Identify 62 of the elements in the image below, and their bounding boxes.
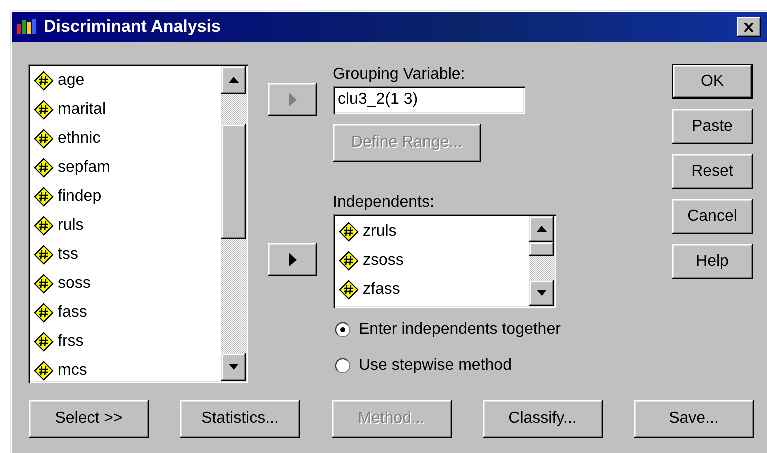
variable-item[interactable]: ethnic [58, 130, 101, 148]
dialog-button[interactable]: Cancel [672, 199, 753, 234]
move-right-button[interactable] [268, 243, 317, 276]
variable-item[interactable]: soss [58, 274, 91, 292]
scroll-down-button[interactable] [221, 353, 246, 381]
up-arrow-icon [228, 77, 238, 83]
dialog-button[interactable]: Reset [672, 154, 753, 189]
scrollbar-thumb[interactable] [529, 242, 554, 256]
variable-item[interactable]: zsoss [363, 252, 404, 270]
numeric-variable-icon [34, 244, 54, 264]
down-arrow-icon [228, 364, 238, 370]
close-button[interactable] [737, 17, 761, 37]
window-title: Discriminant Analysis [44, 17, 222, 37]
numeric-variable-icon [34, 274, 54, 294]
dialog-button[interactable]: Paste [672, 109, 753, 144]
radio-label: Use stepwise method [359, 357, 512, 375]
scroll-up-button[interactable] [221, 66, 246, 94]
scrollbar-thumb[interactable] [221, 124, 246, 239]
numeric-variable-icon [34, 100, 54, 120]
variable-item[interactable]: age [58, 72, 85, 90]
variable-item[interactable]: frss [58, 332, 84, 350]
radio-button[interactable] [335, 322, 351, 338]
numeric-variable-icon [34, 302, 54, 322]
list-label: Independents: [333, 193, 436, 213]
move-right-button[interactable] [268, 83, 317, 116]
dialog-button[interactable]: Save... [634, 400, 754, 438]
numeric-variable-icon [339, 250, 359, 270]
numeric-variable-icon [34, 70, 54, 90]
variable-list[interactable]: age marital ethnic sepfam findep ruls tss soss fass frss mcs [28, 64, 248, 383]
independents-list[interactable]: zruls zsoss zfass [333, 214, 556, 308]
grouping-variable-field[interactable]: clu3_2(1 3) [333, 86, 525, 114]
variable-item[interactable]: findep [58, 188, 102, 206]
variable-item[interactable]: ruls [58, 216, 84, 234]
numeric-variable-icon [34, 360, 54, 380]
numeric-variable-icon [34, 186, 54, 206]
dialog-button[interactable]: Select >> [29, 400, 149, 438]
variable-item[interactable]: tss [58, 246, 78, 264]
scroll-down-button[interactable] [529, 280, 554, 306]
numeric-variable-icon [339, 280, 359, 300]
variable-item[interactable]: zruls [363, 222, 397, 240]
numeric-variable-icon [34, 216, 54, 236]
variable-item[interactable]: mcs [58, 362, 88, 380]
variable-item[interactable]: zfass [363, 280, 400, 298]
numeric-variable-icon [339, 222, 359, 242]
numeric-variable-icon [34, 332, 54, 352]
variable-item[interactable]: fass [58, 304, 88, 322]
app-icon [16, 18, 38, 36]
close-icon [744, 22, 754, 32]
field-label: Grouping Variable: [333, 65, 466, 85]
variable-item[interactable]: sepfam [58, 158, 110, 176]
down-arrow-icon [536, 290, 546, 296]
dialog-button[interactable]: OK [672, 64, 753, 99]
variable-item[interactable]: marital [58, 100, 106, 118]
numeric-variable-icon [34, 128, 54, 148]
dialog-button[interactable]: Classify... [482, 400, 603, 438]
up-arrow-icon [536, 226, 546, 232]
radio-button[interactable] [335, 358, 351, 374]
scroll-up-button[interactable] [529, 216, 554, 242]
numeric-variable-icon [34, 158, 54, 178]
dialog-button[interactable]: Statistics... [180, 400, 300, 438]
dialog-button[interactable]: Help [672, 244, 753, 279]
radio-label: Enter independents together [359, 321, 561, 339]
